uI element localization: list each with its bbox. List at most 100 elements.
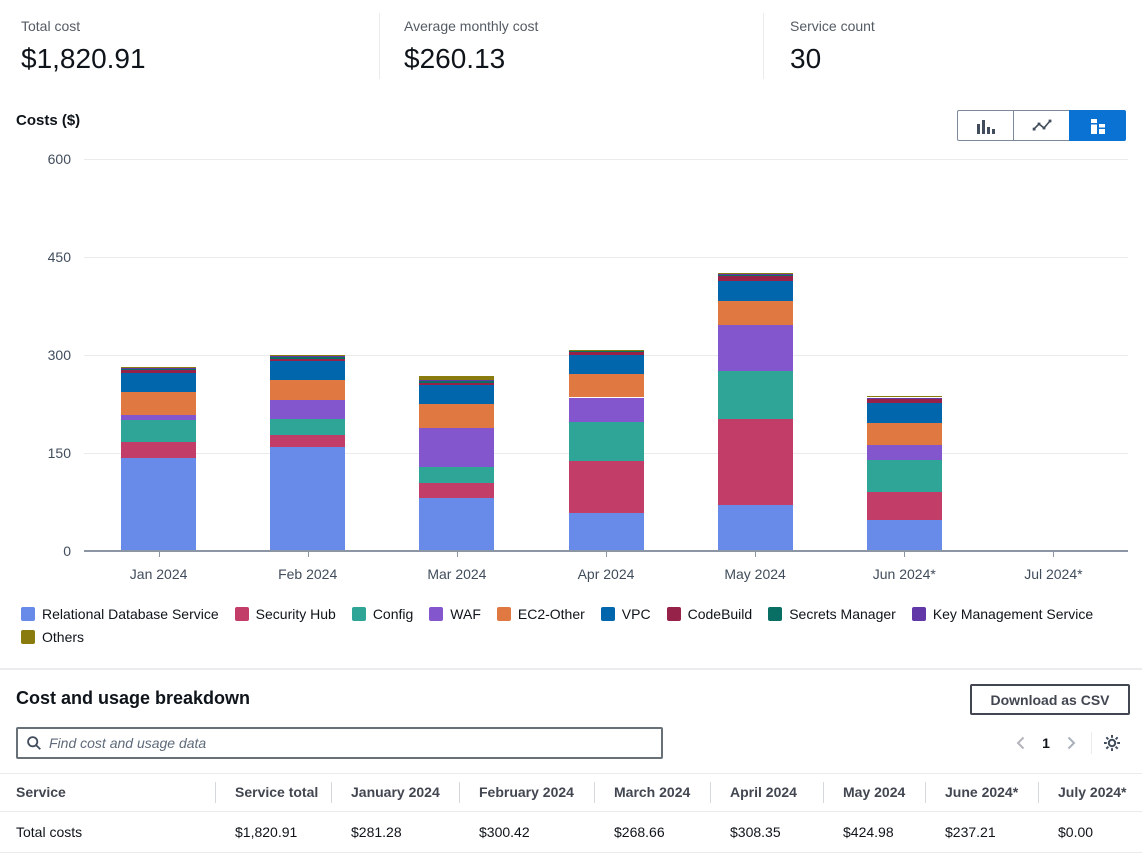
legend-label: Config — [373, 606, 413, 622]
bar-segment[interactable] — [718, 301, 793, 325]
bar-segment[interactable] — [867, 399, 942, 402]
bar-segment[interactable] — [867, 520, 942, 551]
bar-segment[interactable] — [270, 400, 345, 419]
legend-item[interactable]: Config — [352, 604, 413, 624]
bar-segment[interactable] — [419, 385, 494, 404]
bar-segment[interactable] — [569, 398, 644, 422]
bar-segment[interactable] — [867, 445, 942, 459]
column-header[interactable]: June 2024* — [925, 774, 1038, 811]
bar-segment[interactable] — [121, 392, 196, 416]
bar-segment[interactable] — [569, 352, 644, 355]
legend-label: WAF — [450, 606, 481, 622]
bar-segment[interactable] — [419, 498, 494, 551]
search-box[interactable] — [16, 727, 663, 759]
previous-page-button[interactable] — [1008, 729, 1034, 757]
bar-segment[interactable] — [121, 368, 196, 370]
bar-segment[interactable] — [867, 398, 942, 399]
column-header[interactable]: May 2024 — [823, 774, 925, 811]
bar-segment[interactable] — [270, 355, 345, 357]
line-chart-toggle-button[interactable] — [1013, 110, 1070, 141]
bar-segment[interactable] — [121, 367, 196, 368]
legend-item[interactable]: Secrets Manager — [768, 604, 896, 624]
bar-segment[interactable] — [867, 396, 942, 397]
stat-average-monthly-cost: Average monthly cost $260.13 — [404, 16, 538, 78]
legend-item[interactable]: EC2-Other — [497, 604, 585, 624]
legend-swatch — [768, 607, 782, 621]
bar-chart-toggle-button[interactable] — [957, 110, 1014, 141]
bar-segment[interactable] — [121, 442, 196, 458]
stat-label: Average monthly cost — [404, 16, 538, 36]
chart-title: Costs ($) — [16, 112, 80, 129]
legend-item[interactable]: Security Hub — [235, 604, 336, 624]
bar-segment[interactable] — [270, 357, 345, 359]
bar-segment[interactable] — [718, 505, 793, 551]
bar-segment[interactable] — [867, 460, 942, 492]
legend-item[interactable]: WAF — [429, 604, 481, 624]
table-header-row: ServiceService totalJanuary 2024February… — [0, 773, 1142, 812]
column-header[interactable]: March 2024 — [594, 774, 710, 811]
bar-segment[interactable] — [270, 359, 345, 361]
bar-segment[interactable] — [569, 355, 644, 374]
x-axis-label: May 2024 — [690, 566, 820, 582]
divider — [1091, 732, 1092, 754]
bar-segment[interactable] — [419, 428, 494, 467]
bar-segment[interactable] — [718, 281, 793, 301]
bar-segment[interactable] — [121, 373, 196, 391]
bar-segment[interactable] — [569, 513, 644, 551]
bar-segment[interactable] — [419, 381, 494, 383]
bar-segment[interactable] — [718, 274, 793, 275]
bar-segment[interactable] — [867, 423, 942, 445]
bar-segment[interactable] — [718, 275, 793, 276]
bar-segment[interactable] — [569, 461, 644, 513]
bar-segment[interactable] — [270, 361, 345, 380]
column-header[interactable]: January 2024 — [331, 774, 459, 811]
legend-item[interactable]: Key Management Service — [912, 604, 1093, 624]
bar-segment[interactable] — [718, 371, 793, 419]
bar-segment[interactable] — [270, 419, 345, 435]
column-header[interactable]: Service total — [215, 774, 331, 811]
search-input[interactable] — [49, 735, 653, 751]
column-header[interactable]: February 2024 — [459, 774, 594, 811]
bar-segment[interactable] — [270, 435, 345, 447]
bar-segment[interactable] — [867, 398, 942, 399]
column-header[interactable]: July 2024* — [1038, 774, 1142, 811]
bar-segment[interactable] — [121, 415, 196, 420]
bar-segment[interactable] — [718, 325, 793, 371]
bar-segment[interactable] — [121, 458, 196, 551]
bar-segment[interactable] — [569, 422, 644, 461]
download-csv-button[interactable]: Download as CSV — [970, 684, 1130, 715]
bar-segment[interactable] — [718, 276, 793, 281]
x-axis-label: Jun 2024* — [839, 566, 969, 582]
legend-item[interactable]: CodeBuild — [667, 604, 753, 624]
bar-segment[interactable] — [419, 383, 494, 385]
table-settings-button[interactable] — [1099, 729, 1125, 757]
bar-segment[interactable] — [569, 350, 644, 351]
bar-segment[interactable] — [419, 467, 494, 483]
bar-segment[interactable] — [569, 374, 644, 398]
legend-label: CodeBuild — [688, 606, 753, 622]
bar-segment[interactable] — [270, 380, 345, 400]
column-header[interactable]: Service — [0, 774, 215, 811]
legend-item[interactable]: Relational Database Service — [21, 604, 219, 624]
bar-segment[interactable] — [867, 492, 942, 520]
stacked-bar-chart-toggle-button[interactable] — [1069, 110, 1126, 141]
bar-segment[interactable] — [270, 447, 345, 551]
bar-segment[interactable] — [419, 404, 494, 428]
bar-segment[interactable] — [419, 376, 494, 380]
legend-item[interactable]: VPC — [601, 604, 651, 624]
search-icon — [26, 735, 42, 751]
bar-segment[interactable] — [718, 419, 793, 505]
bar-segment[interactable] — [419, 483, 494, 498]
next-page-button[interactable] — [1058, 729, 1084, 757]
column-header[interactable]: April 2024 — [710, 774, 823, 811]
current-page-number[interactable]: 1 — [1034, 735, 1058, 751]
bar-segment[interactable] — [419, 380, 494, 381]
legend-item[interactable]: Others — [21, 627, 84, 647]
table-row: Total costs$1,820.91$281.28$300.42$268.6… — [0, 813, 1142, 853]
divider — [379, 13, 380, 79]
bar-segment[interactable] — [121, 420, 196, 442]
bar-segment[interactable] — [867, 403, 942, 423]
bar-segment[interactable] — [569, 350, 644, 351]
bar-segment[interactable] — [718, 273, 793, 274]
bar-segment[interactable] — [121, 370, 196, 373]
